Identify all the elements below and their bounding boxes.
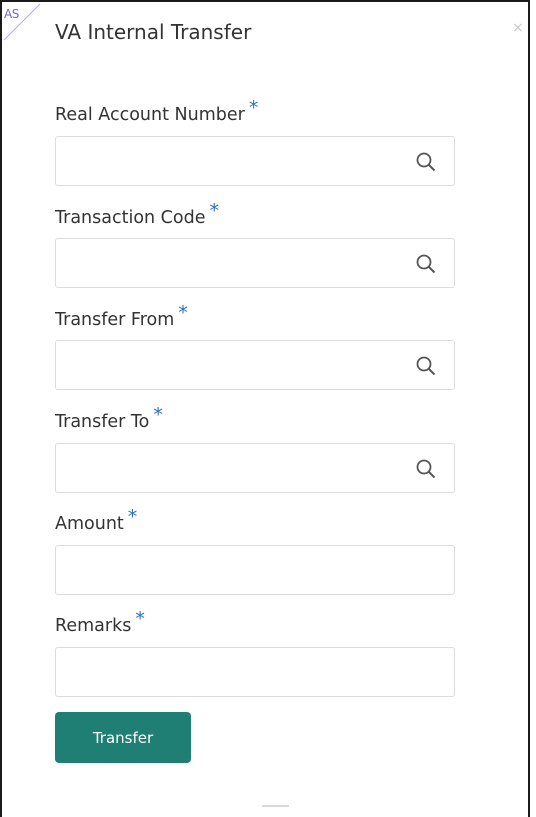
required-marker: *	[178, 302, 188, 324]
search-icon[interactable]	[415, 151, 437, 173]
required-marker: *	[127, 506, 138, 528]
search-icon[interactable]	[415, 355, 437, 377]
remarks-field[interactable]	[55, 647, 455, 697]
amount-label: Amount *	[55, 506, 137, 534]
transfer-button[interactable]: Transfer	[55, 712, 191, 763]
remarks-label: Remarks *	[55, 608, 145, 636]
transaction-code-label-text: Transaction Code	[55, 208, 206, 228]
amount-field[interactable]	[55, 545, 455, 595]
corner-badge: AS	[2, 2, 42, 42]
close-icon[interactable]: ×	[512, 20, 524, 36]
transaction-code-field[interactable]	[55, 238, 455, 288]
transaction-code-label: Transaction Code *	[55, 200, 219, 228]
search-icon[interactable]	[415, 253, 437, 275]
required-marker: *	[135, 608, 145, 630]
real-account-number-label-text: Real Account Number	[55, 105, 245, 125]
amount-label-text: Amount	[55, 514, 124, 534]
transfer-to-label: Transfer To *	[55, 404, 163, 432]
real-account-number-field[interactable]	[55, 136, 455, 186]
transfer-from-field[interactable]	[55, 340, 455, 390]
transfer-to-field[interactable]	[55, 443, 455, 493]
real-account-number-label: Real Account Number *	[55, 97, 258, 125]
required-marker: *	[248, 97, 259, 119]
transfer-from-label-text: Transfer From	[55, 310, 175, 330]
transfer-to-label-text: Transfer To	[55, 412, 150, 432]
search-icon[interactable]	[415, 458, 437, 480]
required-marker: *	[153, 404, 163, 426]
remarks-label-text: Remarks	[55, 616, 132, 636]
dialog-title: VA Internal Transfer	[55, 20, 252, 44]
required-marker: *	[209, 200, 219, 222]
dialog-panel: AS VA Internal Transfer × Real Account N…	[0, 0, 530, 817]
transfer-from-label: Transfer From *	[55, 302, 188, 330]
resize-handle[interactable]	[262, 805, 289, 807]
corner-badge-label: AS	[4, 7, 19, 21]
